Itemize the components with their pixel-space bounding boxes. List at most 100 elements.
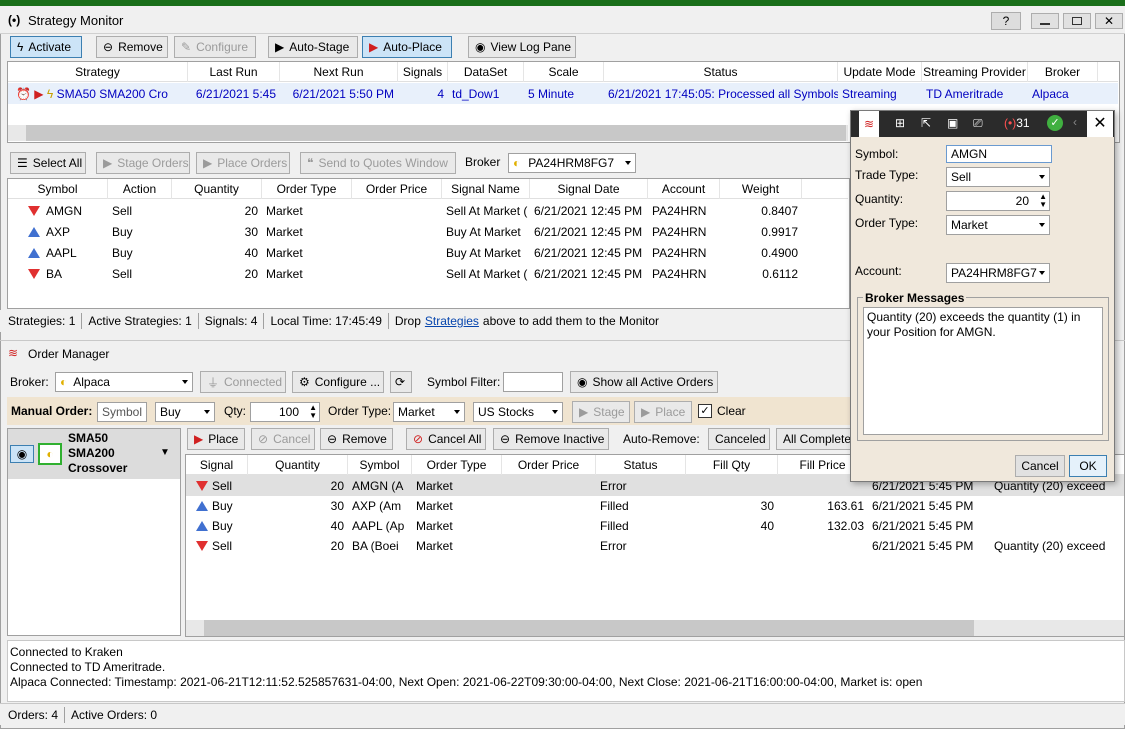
dialog-cancel-button[interactable]: Cancel <box>1015 455 1065 477</box>
col-broker[interactable]: Broker <box>1028 61 1098 82</box>
col-next-run[interactable]: Next Run <box>280 61 398 82</box>
col-symbol[interactable]: Symbol <box>8 178 108 199</box>
om-broker-select[interactable]: ◐ Alpaca <box>55 372 193 392</box>
view-log-pane-button[interactable]: ◉ View Log Pane <box>468 36 576 58</box>
pointer-icon[interactable]: ⇱ <box>921 116 931 130</box>
maximize-button[interactable] <box>1063 13 1091 29</box>
minimize-button[interactable] <box>1031 13 1059 29</box>
order-row[interactable]: Buy 30 AXP (Am Market Filled 30 163.61 6/21/202… <box>186 495 1124 516</box>
col-order-type[interactable]: Order Type <box>412 454 502 475</box>
dialog-quantity-stepper[interactable]: 20 ▲ ▼ <box>946 191 1050 211</box>
col-streaming-provider[interactable]: Streaming Provider <box>922 61 1028 82</box>
order-edit-dialog: ≋ ⊞ ⇱ ▣ ⎚ (•)31 ✓ ‹ ✕ Symbol: AMGN Trade… <box>850 110 1115 482</box>
show-all-active-orders-button[interactable]: ◉ Show all Active Orders <box>570 371 718 393</box>
col-account[interactable]: Account <box>648 178 720 199</box>
broker-account-select[interactable]: ◐ PA24HRM8FG7 <box>508 153 636 173</box>
log-line: Connected to Kraken <box>10 645 123 659</box>
col-signal-date[interactable]: Signal Date <box>530 178 648 199</box>
add-window-icon[interactable]: ⊞ <box>895 116 905 130</box>
log-line: Connected to TD Ameritrade. <box>10 660 166 674</box>
refresh-button[interactable]: ⟳ <box>390 371 412 393</box>
dialog-close-icon[interactable]: ✕ <box>1087 111 1113 137</box>
col-signal[interactable]: Signal <box>186 454 248 475</box>
sell-arrow-icon <box>196 541 208 552</box>
col-quantity[interactable]: Quantity <box>248 454 348 475</box>
signal-row[interactable]: BA Sell 20 Market Sell At Market (6/21/2021 … <box>8 263 848 284</box>
buy-arrow-icon <box>196 501 208 512</box>
configure-button[interactable]: ✎ Configure <box>174 36 256 58</box>
col-quantity[interactable]: Quantity <box>172 178 262 199</box>
col-status[interactable]: Status <box>604 61 838 82</box>
order-row[interactable]: Buy 40 AAPL (Ap Market Filled 40 132.03 6/21/20… <box>186 515 1124 536</box>
col-fill-qty[interactable]: Fill Qty <box>686 454 778 475</box>
stage-orders-button[interactable]: ▶ Stage Orders <box>96 152 190 174</box>
log-line: Alpaca Connected: Timestamp: 2021-06-21T… <box>10 675 923 689</box>
auto-remove-all-complete-button[interactable]: All Complete <box>776 428 852 450</box>
dialog-account-select[interactable]: PA24HRM8FG7 <box>946 263 1050 283</box>
col-signals[interactable]: Signals <box>398 61 448 82</box>
dialog-trade-type-select[interactable]: Sell <box>946 167 1050 187</box>
remove-strategy-button[interactable]: ⊖ Remove <box>96 36 168 58</box>
symbol-filter-input[interactable] <box>503 372 563 392</box>
orders-cancel-button[interactable]: ⊘ Cancel <box>251 428 315 450</box>
place-orders-button[interactable]: ▶ Place Orders <box>196 152 290 174</box>
manual-side-select[interactable]: Buy <box>155 402 215 422</box>
strategy-card[interactable]: ◉ ◐ SMA50 SMA200 Crossover ▼ <box>8 429 180 479</box>
trade-type-label: Trade Type: <box>855 168 919 182</box>
col-last-run[interactable]: Last Run <box>188 61 280 82</box>
frame-icon[interactable]: ▣ <box>947 116 958 130</box>
dialog-ok-button[interactable]: OK <box>1069 455 1107 477</box>
dialog-order-type-select[interactable]: Market <box>946 215 1050 235</box>
manual-symbol-input[interactable]: Symbol <box>97 402 147 422</box>
close-window-button[interactable]: ✕ <box>1095 13 1123 29</box>
col-signal-name[interactable]: Signal Name <box>442 178 530 199</box>
col-update-mode[interactable]: Update Mode <box>838 61 922 82</box>
signal-row[interactable]: AAPL Buy 40 Market Buy At Market 6/21/2021 12… <box>8 242 848 263</box>
signal-row[interactable]: AMGN Sell 20 Market Sell At Market (6/21/202… <box>8 200 848 221</box>
auto-remove-canceled-button[interactable]: Canceled <box>708 428 770 450</box>
remove-inactive-button[interactable]: ⊖ Remove Inactive <box>493 428 609 450</box>
manual-qty-stepper[interactable]: 100 ▲ ▼ <box>250 402 320 422</box>
connected-button[interactable]: ⏚ Connected <box>200 371 286 393</box>
orders-horizontal-scrollbar[interactable] <box>186 620 1124 636</box>
strategies-link[interactable]: Strategies <box>425 314 479 328</box>
dialog-symbol-input[interactable]: AMGN <box>946 145 1052 163</box>
eye-toggle-icon[interactable]: ◉ <box>10 445 34 463</box>
chevron-left-icon[interactable]: ‹ <box>1073 115 1077 129</box>
help-button[interactable]: ? <box>991 12 1021 30</box>
col-strategy[interactable]: Strategy <box>8 61 188 82</box>
col-order-price[interactable]: Order Price <box>352 178 442 199</box>
col-weight[interactable]: Weight <box>720 178 802 199</box>
manual-stage-button[interactable]: ▶ Stage <box>572 401 630 423</box>
buy-arrow-icon <box>28 248 40 259</box>
market-select[interactable]: US Stocks <box>473 402 563 422</box>
order-row[interactable]: Sell 20 BA (Boei Market Error 6/21/2021 5:45 … <box>186 535 1124 556</box>
manual-order-type-select[interactable]: Market <box>393 402 465 422</box>
stepper-arrows-icon[interactable]: ▲ ▼ <box>1039 193 1047 209</box>
col-scale[interactable]: Scale <box>524 61 604 82</box>
auto-stage-button[interactable]: ▶ Auto-Stage <box>268 36 358 58</box>
signal-count-badge: (•)31 <box>1004 116 1030 130</box>
col-action[interactable]: Action <box>108 178 172 199</box>
orders-place-button[interactable]: ▶ Place <box>187 428 245 450</box>
clear-checkbox[interactable]: ✓ <box>698 404 712 418</box>
strategy-row[interactable]: ⏰ ▶ ϟ SMA50 SMA200 Cro 6/21/2021 5:45 6/… <box>8 83 1118 104</box>
cancel-all-button[interactable]: ⊘ Cancel All <box>406 428 486 450</box>
om-configure-button[interactable]: ⚙ Configure ... <box>292 371 384 393</box>
orders-remove-button[interactable]: ⊖ Remove <box>320 428 393 450</box>
stepper-arrows-icon[interactable]: ▲ ▼ <box>309 404 317 420</box>
manual-place-button[interactable]: ▶ Place <box>634 401 692 423</box>
col-status[interactable]: Status <box>596 454 686 475</box>
chevron-down-icon[interactable]: ▼ <box>160 447 170 458</box>
col-dataset[interactable]: DataSet <box>448 61 524 82</box>
auto-place-button[interactable]: ▶ Auto-Place <box>362 36 452 58</box>
signal-row[interactable]: AXP Buy 30 Market Buy At Market 6/21/2021 12:… <box>8 221 848 242</box>
col-order-type[interactable]: Order Type <box>262 178 352 199</box>
select-all-button[interactable]: ☰ Select All <box>10 152 86 174</box>
send-to-quotes-button[interactable]: ❝ Send to Quotes Window <box>300 152 456 174</box>
monitor-icon[interactable]: ⎚ <box>973 116 983 131</box>
col-symbol[interactable]: Symbol <box>348 454 412 475</box>
col-order-price[interactable]: Order Price <box>502 454 596 475</box>
horizontal-scrollbar[interactable] <box>8 125 848 141</box>
activate-button[interactable]: ϟ Activate <box>10 36 82 58</box>
